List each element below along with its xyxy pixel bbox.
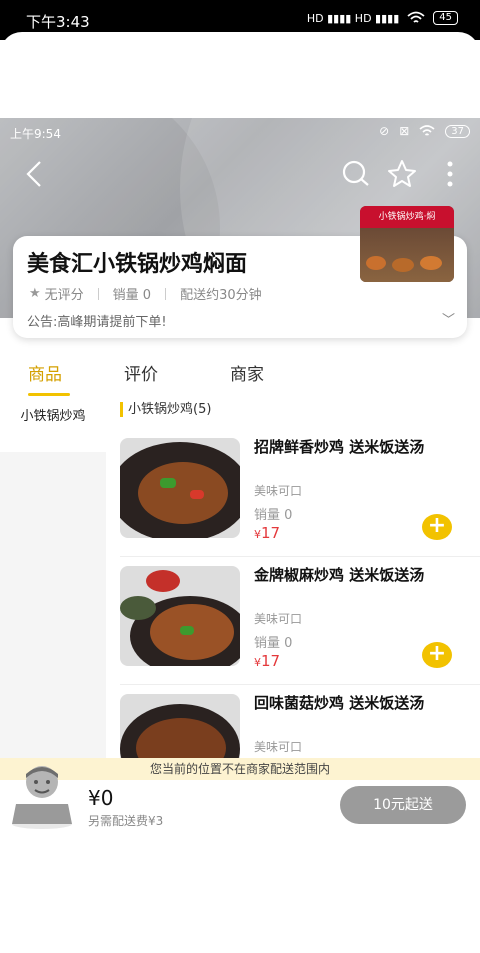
search-icon[interactable] — [340, 158, 372, 190]
mute-icon: ⊘ — [379, 124, 390, 138]
wifi-icon — [407, 11, 425, 23]
sim-icon: ⊠ — [399, 124, 410, 138]
product-sales: 销量 0 — [254, 636, 293, 651]
product-name: 金牌椒麻炒鸡 送米饭送汤 — [254, 566, 425, 584]
product-item[interactable]: 回味菌菇炒鸡 送米饭送汤 美味可口 — [120, 694, 480, 758]
more-icon[interactable] — [434, 158, 466, 190]
product-name: 回味菌菇炒鸡 送米饭送汤 — [254, 694, 425, 712]
cart-icon[interactable] — [10, 760, 80, 830]
add-to-cart-button[interactable]: + — [422, 514, 452, 540]
tab-products[interactable]: 商品 — [28, 360, 62, 385]
product-image[interactable] — [120, 566, 240, 666]
store-notice[interactable]: 公告:高峰期请提前下单! — [27, 311, 167, 330]
tab-merchant[interactable]: 商家 — [230, 360, 264, 385]
inner-status-time: 上午9:54 — [10, 127, 61, 141]
product-desc: 美味可口 — [254, 484, 303, 498]
cart-total: ¥0 — [88, 786, 114, 810]
product-sales: 销量 0 — [254, 508, 293, 523]
sidebar-item-category[interactable]: 小铁锅炒鸡 — [0, 396, 106, 452]
inner-status-bar: 上午9:54 ⊘ ⊠ 37 — [0, 118, 480, 146]
product-image[interactable] — [120, 438, 240, 538]
sheet-top — [0, 32, 480, 120]
favorite-star-icon[interactable] — [386, 158, 418, 190]
store-stats: ★ 无评分 销量 0 配送约30分钟 — [29, 284, 262, 303]
product-desc: 美味可口 — [254, 740, 303, 754]
store-rating: 无评分 — [44, 288, 84, 303]
store-sales: 销量 0 — [112, 288, 152, 303]
star-icon: ★ — [29, 286, 41, 301]
product-item[interactable]: 招牌鲜香炒鸡 送米饭送汤 美味可口 销量 0 ¥17 + — [120, 438, 480, 558]
store-photo-sign: 小铁锅炒鸡·焖 — [360, 206, 454, 228]
back-icon[interactable] — [18, 158, 50, 190]
product-item[interactable]: 金牌椒麻炒鸡 送米饭送汤 美味可口 销量 0 ¥17 + — [120, 566, 480, 686]
battery-icon: 45 — [433, 11, 458, 25]
category-sidebar: 小铁锅炒鸡 — [0, 396, 106, 758]
product-image[interactable] — [120, 694, 240, 758]
store-tabs: 商品 评价 商家 — [0, 360, 480, 396]
cart-bar: ¥0 另需配送费¥3 10元起送 — [0, 766, 480, 832]
tab-reviews[interactable]: 评价 — [124, 360, 158, 385]
add-to-cart-button[interactable]: + — [422, 642, 452, 668]
store-name: 美食汇小铁锅炒鸡焖面 — [27, 252, 248, 277]
product-name: 招牌鲜香炒鸡 送米饭送汤 — [254, 438, 425, 456]
product-price: ¥17 — [254, 652, 281, 670]
inner-battery-icon: 37 — [445, 124, 470, 138]
store-photo[interactable]: 小铁锅炒鸡·焖 — [360, 206, 454, 282]
product-desc: 美味可口 — [254, 612, 303, 626]
inner-wifi-icon — [419, 125, 435, 136]
delivery-fee: 另需配送费¥3 — [88, 814, 164, 828]
category-title: 小铁锅炒鸡(5) — [120, 402, 211, 417]
store-delivery-time: 配送约30分钟 — [180, 288, 262, 303]
min-order-button[interactable]: 10元起送 — [340, 786, 466, 824]
chevron-down-icon[interactable]: ﹀ — [442, 309, 455, 328]
signal-icon: HD ▮▮▮▮ HD ▮▮▮▮ — [306, 11, 400, 25]
status-time: 下午3:43 — [26, 13, 90, 31]
product-price: ¥17 — [254, 524, 281, 542]
